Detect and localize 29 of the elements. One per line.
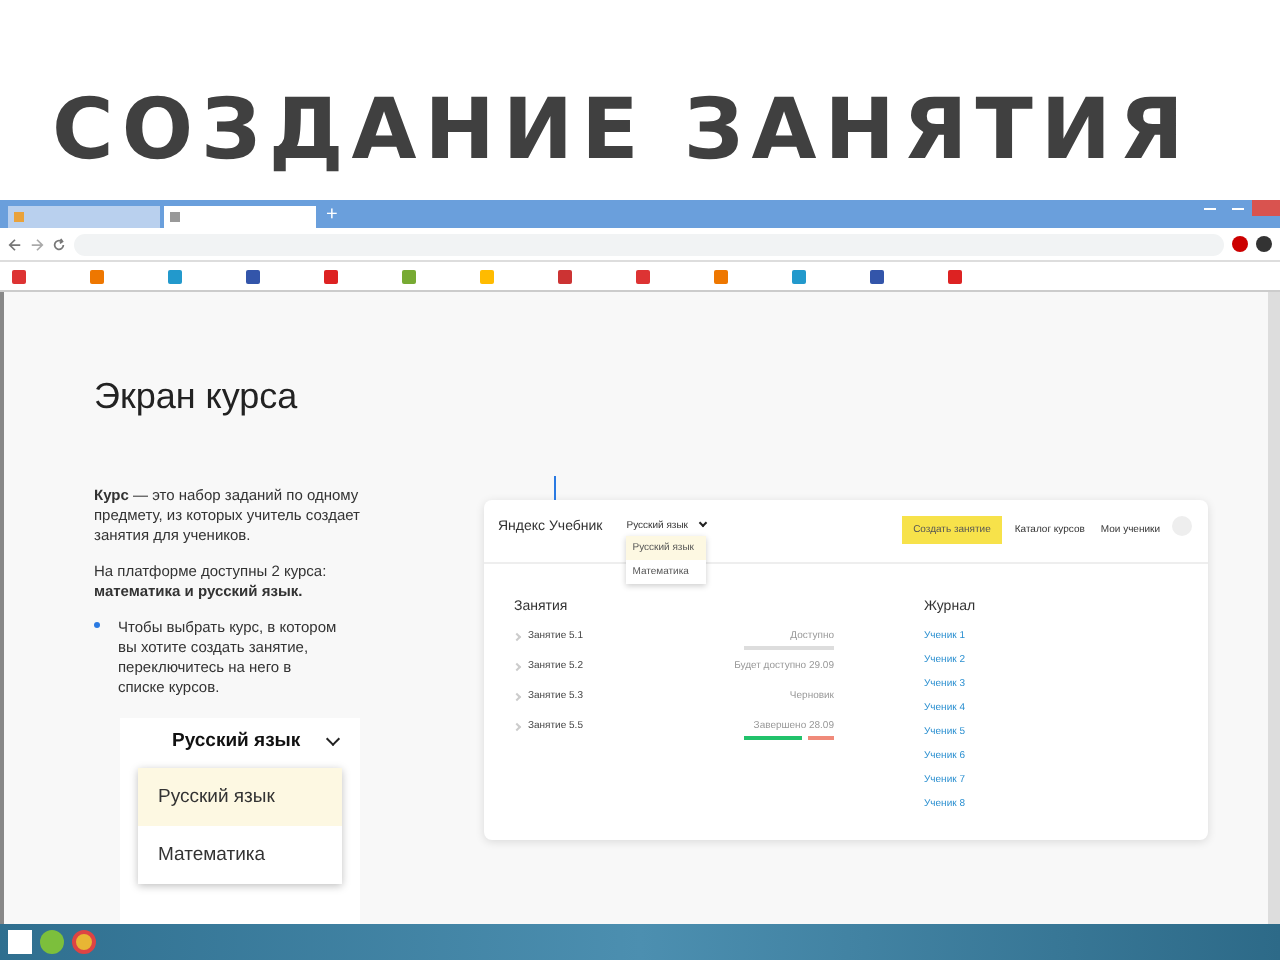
chevron-icon [512,662,522,672]
bullet-icon [94,622,100,628]
forward-icon[interactable] [30,237,44,251]
bookmark-icon[interactable] [636,269,650,283]
reload-icon[interactable] [52,237,66,251]
leader-line [554,476,556,500]
browser-tab[interactable] [164,206,316,228]
app-icon[interactable] [40,930,64,954]
back-icon[interactable] [8,237,22,251]
dropdown-option[interactable]: Русский язык [138,768,342,826]
bookmark-icon[interactable] [714,269,728,283]
chevron-icon [698,518,708,528]
dropdown-option[interactable]: Математика [138,826,342,884]
chevron-icon [512,692,522,702]
bookmark-icon[interactable] [12,269,26,283]
bookmark-icon[interactable] [792,269,806,283]
bookmark-icon[interactable] [870,269,884,283]
bookmark-icon[interactable] [246,269,260,283]
chevron-icon [512,632,522,642]
chevron-icon [512,722,522,732]
bookmark-icon[interactable] [324,269,338,283]
page-heading: Экран курса [94,376,300,418]
bookmark-icon[interactable] [558,269,572,283]
browser-icon[interactable] [72,930,96,954]
bookmark-icon[interactable] [168,269,182,283]
bookmark-icon[interactable] [948,269,962,283]
course-dropdown[interactable]: Русский язык [144,730,339,768]
bookmark-icon[interactable] [90,269,104,283]
slide-title: СОЗДАНИЕ ЗАНЯТИЯ [50,78,1194,182]
